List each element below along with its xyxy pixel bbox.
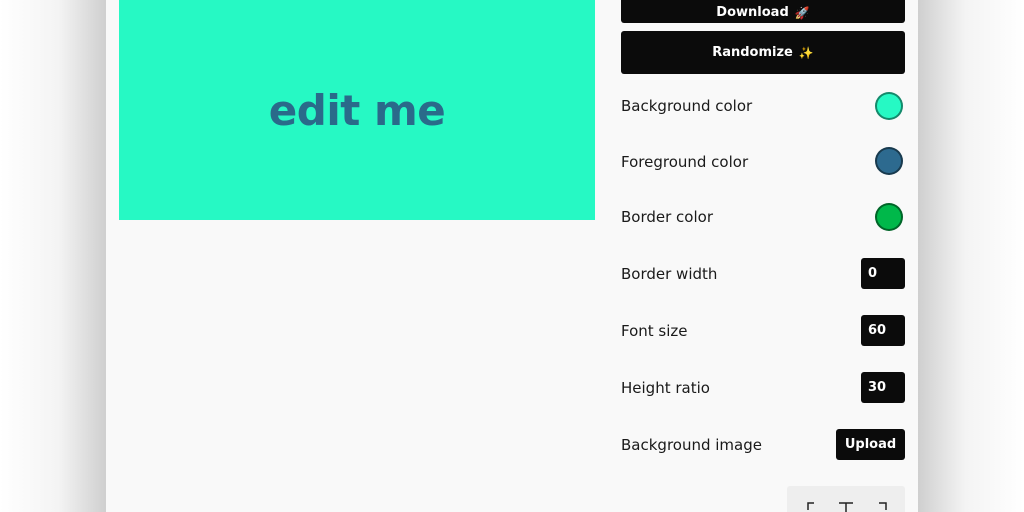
- rocket-icon: 🚀: [794, 5, 810, 20]
- page-shadow-right: [918, 0, 1024, 512]
- border-width-label: Border width: [621, 265, 718, 283]
- border-width-input[interactable]: 0: [861, 258, 905, 289]
- download-button[interactable]: Download 🚀: [621, 0, 905, 23]
- page-shadow-left: [0, 0, 106, 512]
- background-color-label: Background color: [621, 97, 753, 115]
- height-ratio-label: Height ratio: [621, 379, 710, 397]
- height-ratio-input[interactable]: 30: [861, 372, 905, 403]
- align-right-icon[interactable]: [879, 502, 887, 510]
- text-align-panel: [787, 486, 905, 512]
- foreground-color-swatch[interactable]: [875, 147, 903, 175]
- sparkles-icon: ✨: [798, 45, 814, 60]
- background-image-label: Background image: [621, 436, 762, 454]
- font-size-label: Font size: [621, 322, 688, 340]
- app-container: edit me Download 🚀 Randomize ✨ Backgroun…: [106, 0, 918, 512]
- align-center-icon[interactable]: [839, 502, 853, 512]
- randomize-button-label: Randomize: [712, 45, 793, 60]
- background-color-swatch[interactable]: [875, 92, 903, 120]
- preview-canvas[interactable]: edit me: [119, 0, 595, 220]
- preview-text[interactable]: edit me: [269, 86, 446, 135]
- upload-button[interactable]: Upload: [836, 429, 905, 460]
- font-size-input[interactable]: 60: [861, 315, 905, 346]
- foreground-color-label: Foreground color: [621, 153, 749, 171]
- align-left-icon[interactable]: [807, 502, 814, 510]
- download-button-label: Download: [716, 5, 789, 20]
- randomize-button[interactable]: Randomize ✨: [621, 31, 905, 74]
- border-color-label: Border color: [621, 208, 713, 226]
- border-color-swatch[interactable]: [875, 203, 903, 231]
